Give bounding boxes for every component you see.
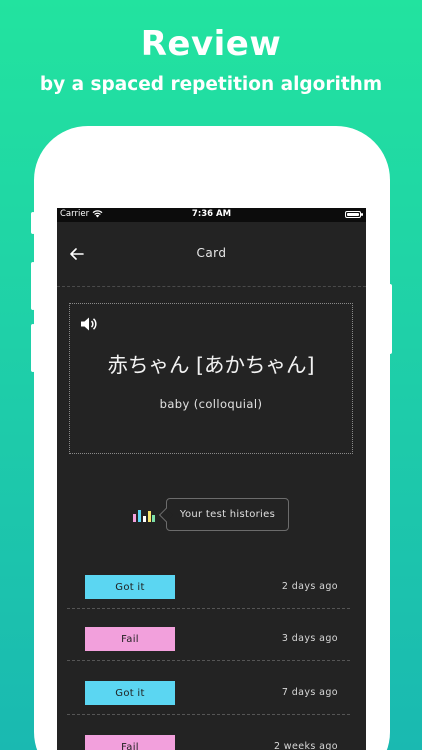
page-title: Card (196, 246, 227, 260)
result-time: 2 weeks ago (273, 741, 338, 750)
result-badge: Fail (85, 735, 175, 750)
phone-screen: Carrier 7:36 AM Card 赤ちゃん [あかちゃん] baby (… (57, 208, 366, 750)
divider (57, 286, 366, 287)
history-row: Got it 2 days ago (67, 557, 350, 609)
status-time: 7:36 AM (191, 209, 232, 219)
result-badge: Fail (85, 627, 175, 651)
promo-subtitle: by a spaced repetition algorithm (39, 74, 383, 95)
result-badge: Got it (85, 681, 175, 705)
bar-chart-icon[interactable] (132, 508, 156, 524)
history-row: Got it 7 days ago (67, 663, 350, 715)
speaker-icon[interactable] (80, 316, 98, 332)
status-bar: Carrier 7:36 AM (57, 208, 366, 222)
result-time: 3 days ago (281, 633, 338, 644)
test-histories-button[interactable]: Your test histories (166, 498, 289, 531)
flashcard: 赤ちゃん [あかちゃん] baby (colloquial) (69, 303, 353, 454)
result-time: 2 days ago (281, 581, 338, 592)
history-row: Fail 3 days ago (67, 609, 350, 661)
divider (67, 714, 350, 715)
history-row: Fail 2 weeks ago (67, 717, 350, 750)
result-time: 7 days ago (281, 687, 338, 698)
card-meaning: baby (colloquial) (159, 397, 263, 411)
promo-title: Review (140, 24, 282, 64)
result-badge: Got it (85, 575, 175, 599)
card-word: 赤ちゃん [あかちゃん] (107, 353, 315, 377)
phone-side-button (388, 284, 392, 354)
phone-side-button (31, 324, 35, 372)
battery-icon (345, 211, 363, 218)
phone-side-button (31, 212, 35, 234)
divider (67, 660, 350, 661)
phone-side-button (31, 262, 35, 310)
